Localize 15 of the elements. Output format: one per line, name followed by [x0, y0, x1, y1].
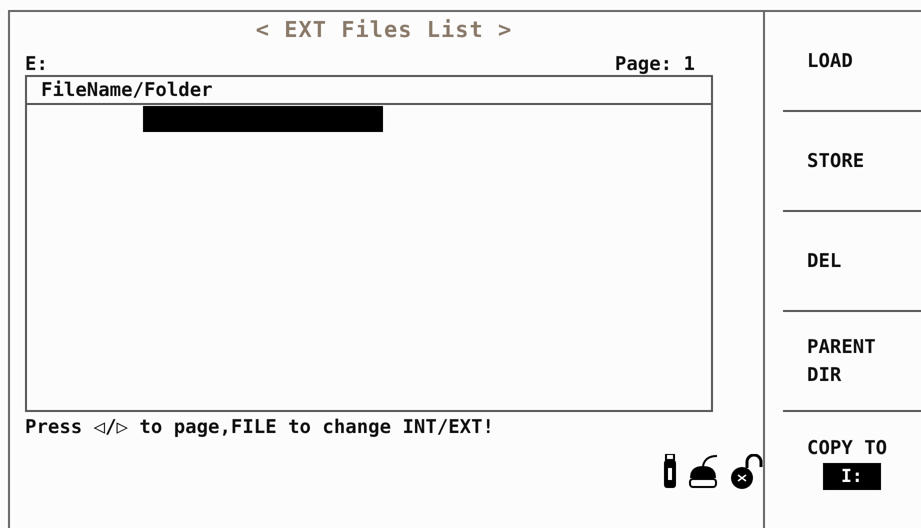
selection-cursor[interactable] [143, 106, 383, 132]
page-number: Page: 1 [614, 53, 695, 75]
usb-drive-icon [663, 454, 677, 488]
column-header: FileName/Folder [41, 79, 213, 101]
hint-text: Press ◁/▷ to page,FILE to change INT/EXT! [25, 416, 495, 438]
unlocked-padlock-icon [729, 454, 765, 490]
screen-title: < EXT Files List > [256, 18, 512, 43]
softkey-button[interactable]: PARENT DIR [783, 312, 921, 412]
softkey-label: COPY TO [807, 436, 888, 462]
mouse-icon [687, 454, 719, 488]
softkey-button[interactable]: DEL [783, 212, 921, 312]
target-drive[interactable]: I: [823, 462, 881, 490]
drive-label: E: [25, 53, 48, 75]
softkey-button[interactable]: LOAD [783, 12, 921, 112]
softkey-button[interactable]: STORE [783, 112, 921, 212]
